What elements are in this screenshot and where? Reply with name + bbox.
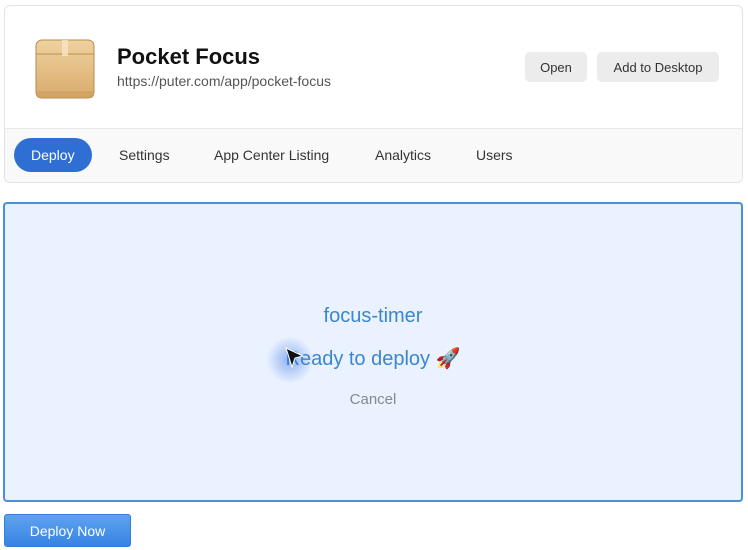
deploy-now-button[interactable]: Deploy Now	[4, 514, 131, 547]
cancel-link[interactable]: Cancel	[5, 391, 741, 408]
tab-app-center-listing[interactable]: App Center Listing	[197, 138, 346, 172]
app-title: Pocket Focus	[117, 44, 261, 69]
deploy-status: Ready to deploy 🚀	[285, 348, 461, 370]
tab-settings[interactable]: Settings	[102, 138, 187, 172]
package-box-icon	[35, 39, 95, 99]
app-url: https://puter.com/app/pocket-focus	[117, 73, 332, 89]
tab-deploy[interactable]: Deploy	[14, 138, 92, 172]
folder-name: focus-timer	[323, 305, 423, 327]
mouse-pointer-icon	[285, 347, 305, 369]
tab-users[interactable]: Users	[459, 138, 530, 172]
app-header: Pocket Focus https://puter.com/app/pocke…	[5, 6, 742, 128]
tab-analytics[interactable]: Analytics	[358, 138, 448, 172]
deploy-dropzone[interactable]: focus-timer Ready to deploy 🚀 Cancel	[3, 202, 743, 502]
open-button[interactable]: Open	[525, 52, 587, 82]
tab-bar: Deploy Settings App Center Listing Analy…	[5, 128, 742, 182]
add-to-desktop-button[interactable]: Add to Desktop	[597, 52, 719, 82]
app-card: Pocket Focus https://puter.com/app/pocke…	[4, 5, 743, 183]
